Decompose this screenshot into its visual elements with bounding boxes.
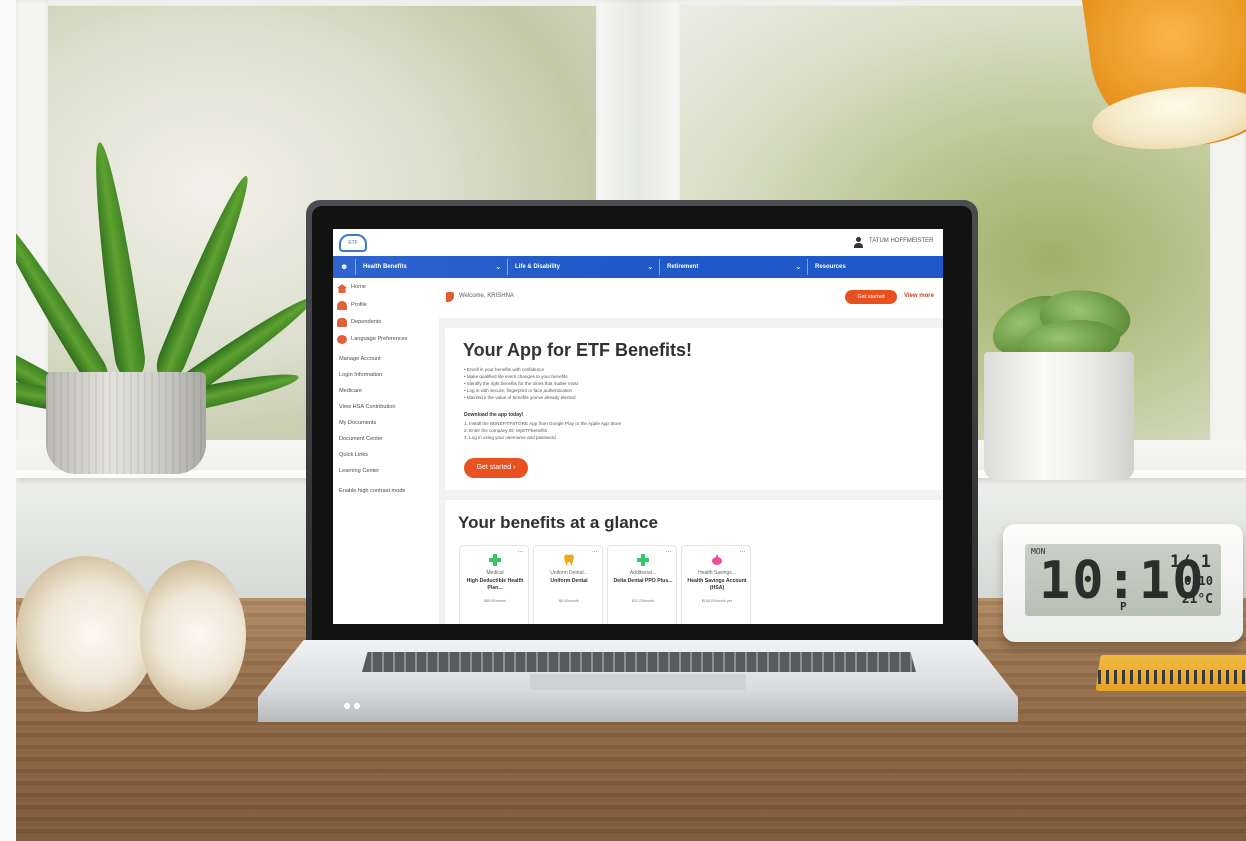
- sidebar-item-quick-links[interactable]: Quick Links: [339, 452, 368, 458]
- piggy-bank-icon: [712, 555, 722, 565]
- medical-cross-icon: [489, 554, 501, 566]
- high-contrast-toggle[interactable]: Enable high contrast mode: [339, 488, 406, 494]
- nav-health-benefits[interactable]: Health Benefits: [363, 256, 407, 278]
- page-margin: [0, 0, 16, 841]
- sidebar-item-medicare[interactable]: Medicare: [339, 388, 362, 394]
- card-type: Additional...: [629, 570, 657, 576]
- laptop-trackpad: [530, 674, 746, 690]
- main-navbar: ☻ Health Benefits ⌄ Life & Disability ⌄ …: [333, 256, 943, 278]
- get-started-button[interactable]: Get started: [845, 290, 897, 304]
- chevron-down-icon[interactable]: ⌄: [795, 256, 802, 278]
- profile-icon: [337, 301, 347, 310]
- sidebar-item-profile[interactable]: Profile: [351, 302, 367, 308]
- nav-divider: [507, 259, 508, 275]
- clock-date: 1/ 1: [1170, 552, 1211, 572]
- card-price: $12.23/month: [632, 599, 654, 603]
- benefit-card-dental[interactable]: … Uniform Dental... Uniform Dental $6.00…: [533, 545, 603, 624]
- sidebar-item-language[interactable]: Language Preferences: [351, 336, 408, 342]
- more-options-icon[interactable]: …: [591, 547, 598, 554]
- laptop-led: [354, 703, 360, 709]
- app-promo-card: Your App for ETF Benefits! • Enroll in y…: [445, 328, 943, 490]
- sidebar-item-login-info[interactable]: Login Information: [339, 372, 382, 378]
- clock-display: MON 10:10 P 1/ 1 10:10 21°C: [1025, 544, 1221, 616]
- nav-resources[interactable]: Resources: [815, 256, 846, 278]
- benefits-glance: Your benefits at a glance … Medical High…: [445, 500, 943, 624]
- main-content: Welcome, KRISHNA Get started View more Y…: [439, 278, 943, 624]
- laptop-led: [344, 703, 350, 709]
- card-type: Medical: [486, 570, 504, 576]
- card-price: $85.00/month: [484, 599, 506, 603]
- medical-cross-icon: [637, 554, 649, 566]
- benefit-card-hsa[interactable]: … Health Savings... Health Savings Accou…: [681, 545, 751, 624]
- download-step: 2. Enter the company ID: MyETFbenefits: [464, 428, 547, 433]
- card-price: $100.00/month per: [701, 599, 733, 603]
- chevron-down-icon[interactable]: ⌄: [495, 256, 502, 278]
- promo-bullet: • Log in with secure, fingerprint or fac…: [464, 388, 573, 393]
- app-header: ETF TATUM HOFFMEISTER: [333, 229, 943, 256]
- card-price: $6.00/month: [559, 599, 579, 603]
- download-title: Download the app today!: [464, 412, 524, 418]
- plant-pot-left: [46, 372, 206, 474]
- card-name: High Deductible Health Plan...: [466, 578, 524, 591]
- clock-temperature: 21°C: [1181, 592, 1213, 607]
- user-name[interactable]: TATUM HOFFMEISTER: [869, 238, 933, 244]
- plant-pot-right: [984, 352, 1134, 480]
- sidebar-item-manage-account[interactable]: Manage Account: [339, 356, 381, 362]
- sidebar-item-my-documents[interactable]: My Documents: [339, 420, 376, 426]
- people-icon[interactable]: ☻: [340, 262, 349, 271]
- more-options-icon[interactable]: …: [665, 547, 672, 554]
- download-step: 1. Install the BENEFITFSTORE App from Go…: [464, 421, 622, 426]
- nav-retirement[interactable]: Retirement: [667, 256, 698, 278]
- card-type: Uniform Dental...: [550, 570, 588, 576]
- laptop-keyboard: [362, 652, 916, 672]
- sidebar-item-hsa[interactable]: View HSA Contribution: [339, 404, 396, 410]
- nav-life-disability[interactable]: Life & Disability: [515, 256, 560, 278]
- headphones-cup: [16, 556, 156, 712]
- card-name: Delta Dental PPO Plus...: [613, 578, 673, 584]
- welcome-text: Welcome, KRISHNA: [459, 293, 514, 299]
- user-icon[interactable]: [854, 237, 863, 248]
- promo-bullet: • Enroll in your benefits with confidenc…: [464, 367, 545, 372]
- tooth-icon: [564, 554, 574, 566]
- card-name: Health Savings Account (HSA): [687, 578, 747, 591]
- company-logo[interactable]: ETF: [339, 234, 367, 252]
- promo-bullet: • Maximize the value of benefits you've …: [464, 395, 576, 400]
- more-options-icon[interactable]: …: [517, 547, 524, 554]
- promo-title: Your App for ETF Benefits!: [463, 340, 692, 360]
- welcome-bar: Welcome, KRISHNA Get started View more: [439, 278, 943, 318]
- hero-get-started-button[interactable]: Get started ›: [464, 458, 528, 478]
- nav-divider: [659, 259, 660, 275]
- dependents-icon: [337, 318, 347, 327]
- home-icon: [337, 284, 347, 293]
- glance-title: Your benefits at a glance: [458, 513, 658, 532]
- chevron-down-icon[interactable]: ⌄: [647, 256, 654, 278]
- promo-bullet: • Make qualified life event changes to y…: [464, 374, 568, 379]
- nav-divider: [355, 259, 356, 275]
- sidebar-item-learning-center[interactable]: Learning Center: [339, 468, 379, 474]
- more-options-icon[interactable]: …: [739, 547, 746, 554]
- sidebar: Home Profile Dependents Language Prefere…: [333, 278, 439, 624]
- nav-divider: [807, 259, 808, 275]
- laptop-screen: ETF TATUM HOFFMEISTER ☻ Health Benefits …: [333, 229, 943, 624]
- benefit-card-additional[interactable]: … Additional... Delta Dental PPO Plus...…: [607, 545, 677, 624]
- photo-scene: MON 10:10 P 1/ 1 10:10 21°C ETF TATUM HO…: [0, 0, 1246, 841]
- view-more-link[interactable]: View more: [904, 293, 934, 299]
- clock-seconds: 10:10: [1176, 574, 1213, 588]
- sidebar-item-document-center[interactable]: Document Center: [339, 436, 383, 442]
- megaphone-icon: [446, 292, 454, 302]
- sidebar-item-dependents[interactable]: Dependents: [351, 319, 381, 325]
- download-step: 3. Log in using your username and passwo…: [464, 435, 556, 440]
- card-type: Health Savings...: [698, 570, 736, 576]
- headphones-cup: [140, 560, 246, 710]
- sidebar-item-home[interactable]: Home: [351, 284, 366, 290]
- clock-meridiem: P: [1120, 600, 1127, 613]
- card-name: Uniform Dental: [550, 578, 588, 584]
- benefit-card-medical[interactable]: … Medical High Deductible Health Plan...…: [459, 545, 529, 624]
- notebook-spiral: [1098, 670, 1246, 684]
- promo-bullet: • Identify the right benefits for the ti…: [464, 381, 578, 386]
- language-icon: [337, 335, 347, 344]
